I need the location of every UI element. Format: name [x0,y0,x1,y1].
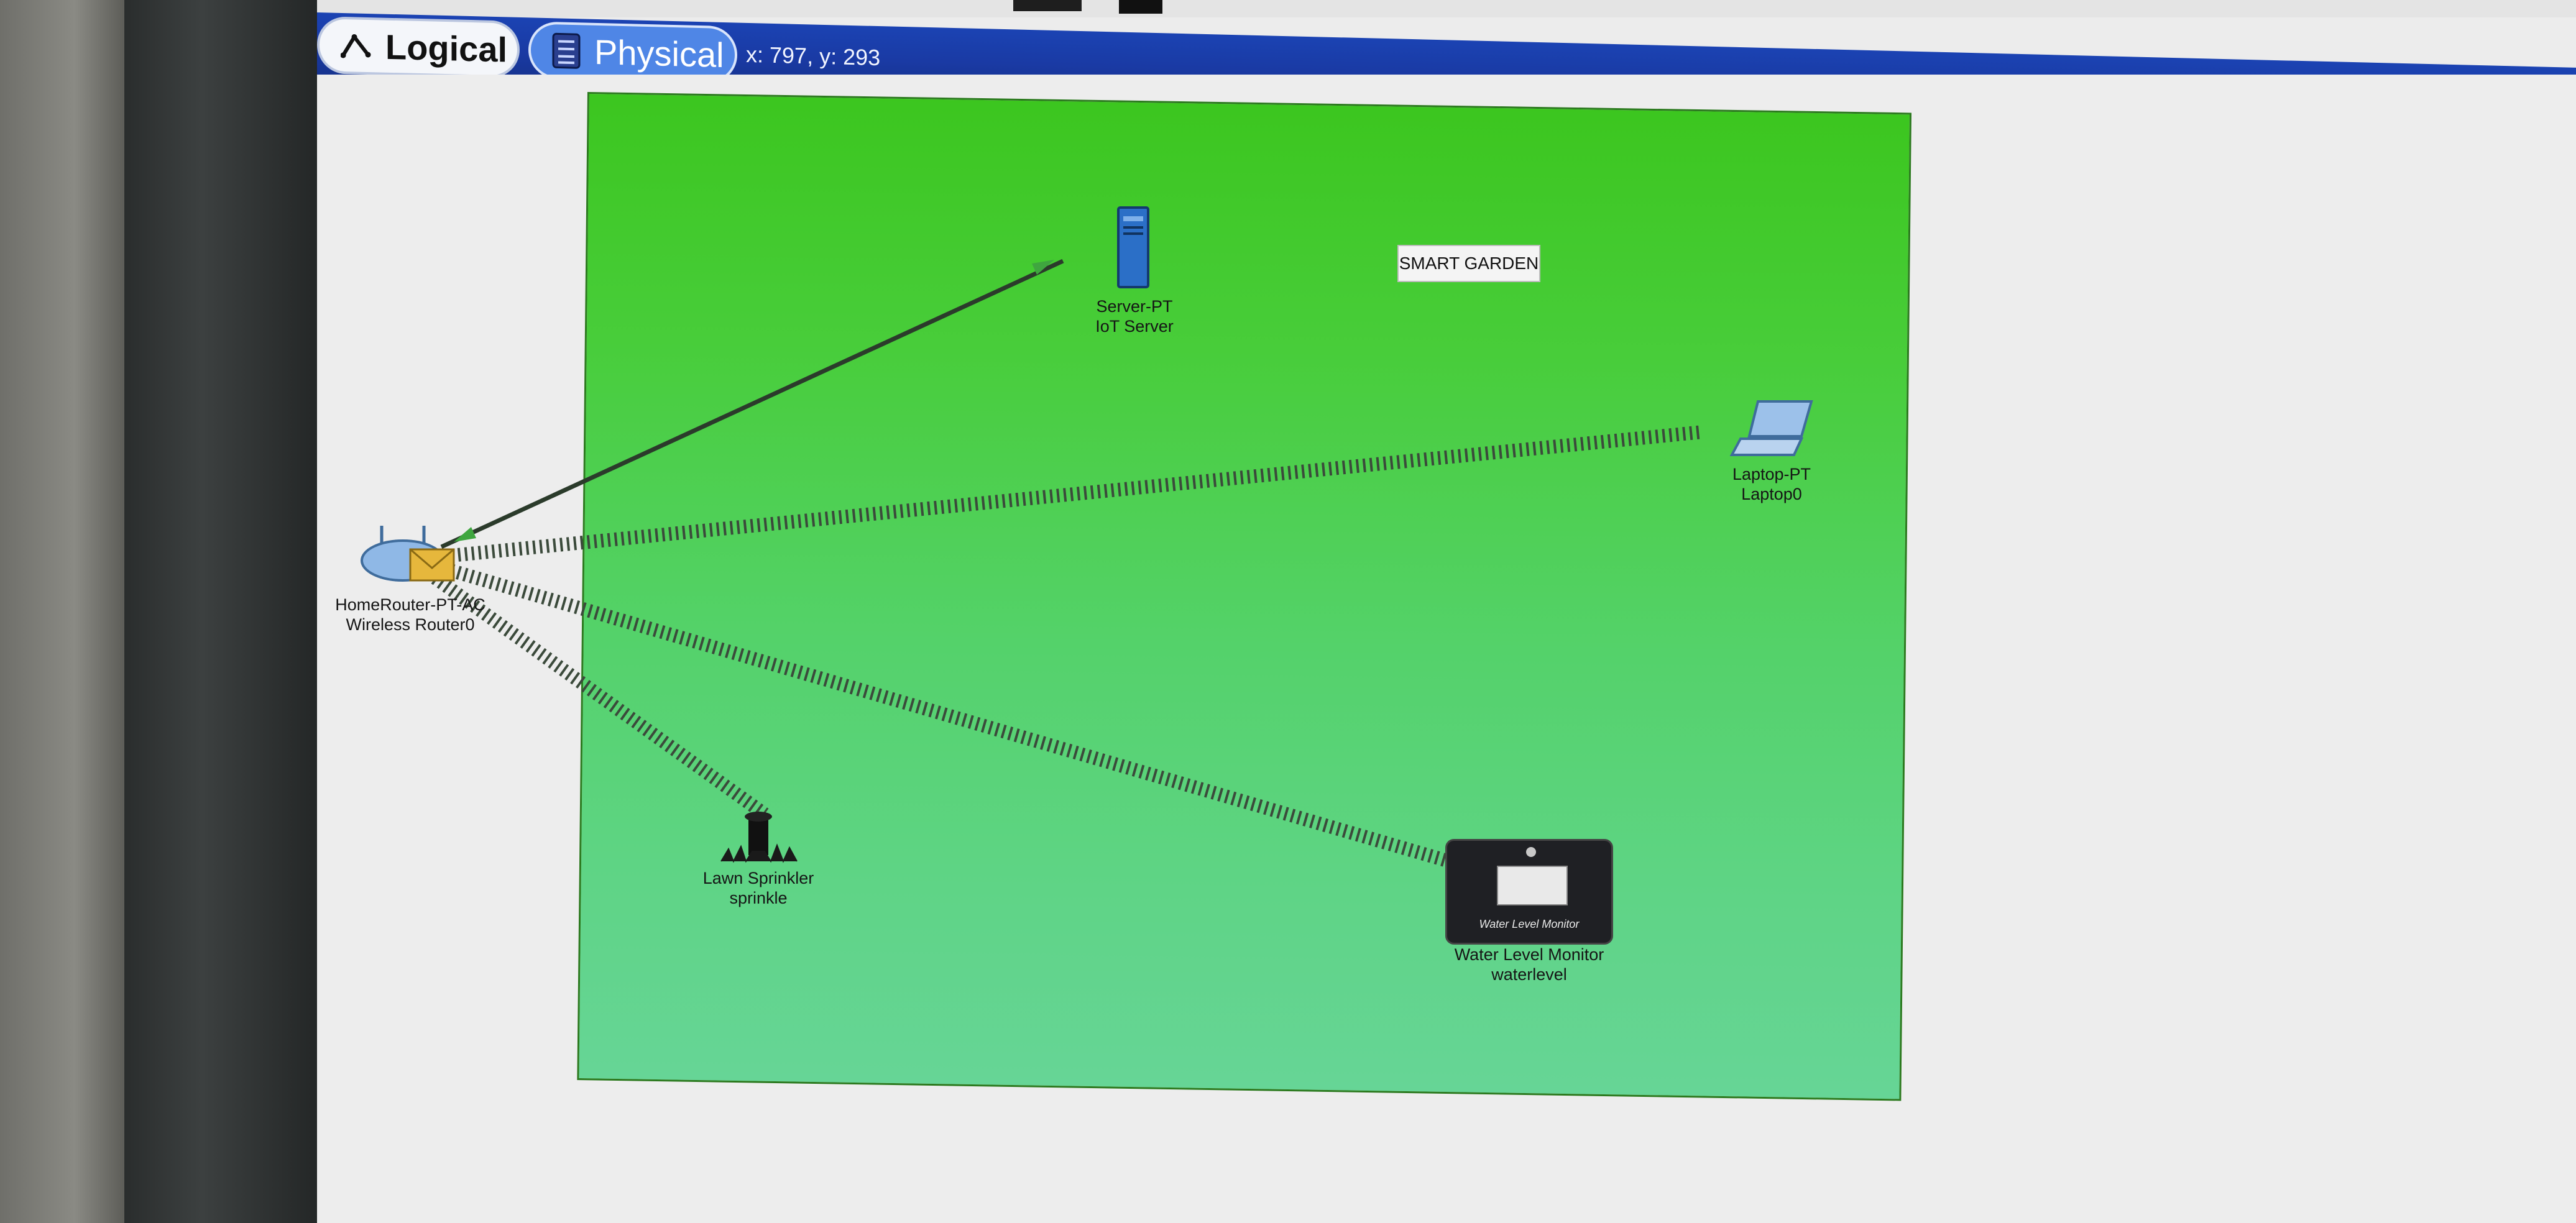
device-model-label: HomeRouter-PT-AC [335,595,485,614]
device-name-label: waterlevel [1491,965,1567,984]
toolbar-strip [317,0,2576,17]
desk-background [0,0,124,1223]
cursor-coordinates: x: 797, y: 293 [746,41,881,71]
canvas-note[interactable]: SMART GARDEN [1397,245,1540,282]
device-name-label: sprinkle [729,889,788,907]
packet-tracer-window: Logical Physical x: 797, y: 293 ➤ [317,0,2576,1223]
device-wireless-router0[interactable]: HomeRouter-PT-AC Wireless Router0 [317,522,504,634]
toolbar-icon[interactable] [1013,0,1082,11]
wireless-link-router-laptop [443,425,1704,563]
tab-logical-label: Logical [385,27,508,69]
logical-workspace[interactable]: SMART GARDEN Server-PT IoT Server Laptop… [317,75,2576,1223]
water-level-monitor-icon: Water Level Monitor [1445,839,1613,945]
device-iot-server[interactable]: Server-PT IoT Server [1072,205,1197,336]
device-model-label: Water Level Monitor [1454,945,1604,964]
device-water-level-monitor[interactable]: Water Level Monitor Water Level Monitor … [1436,839,1622,984]
sprinkler-icon [715,812,802,868]
device-name-label: Wireless Router0 [346,615,475,634]
device-name-label: Laptop0 [1741,485,1802,503]
tab-physical-label: Physical [594,32,724,75]
logical-icon [341,28,372,63]
tab-logical[interactable]: Logical [317,16,520,78]
router-icon [354,526,466,594]
monitor-bezel [124,0,317,1223]
server-icon [1116,206,1153,296]
device-model-label: Laptop-PT [1732,465,1811,483]
monitor-led [1526,847,1536,857]
monitor-display [1497,866,1568,905]
monitor-panel-text: Water Level Monitor [1479,918,1580,930]
physical-icon [552,32,581,69]
device-name-label: IoT Server [1095,317,1174,336]
device-laptop0[interactable]: Laptop-PT Laptop0 [1697,398,1846,504]
device-model-label: Server-PT [1096,297,1173,316]
laptop-icon [1728,400,1815,464]
wireless-link-router-water [442,562,1460,871]
toolbar-icon[interactable] [1119,0,1162,14]
device-model-label: Lawn Sprinkler [702,869,814,887]
device-lawn-sprinkler[interactable]: Lawn Sprinkler sprinkle [684,808,833,908]
